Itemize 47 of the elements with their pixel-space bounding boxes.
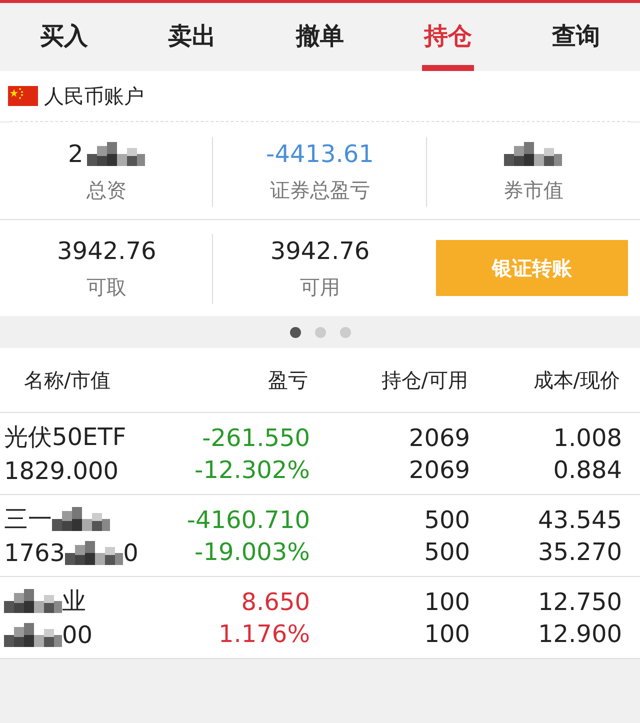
position-quantity: 100 — [424, 588, 470, 616]
available-quantity: 100 — [424, 620, 470, 648]
stock-name: 光伏50ETF — [4, 422, 126, 452]
account-label: 人民币账户 — [44, 82, 144, 110]
stat-value: 3942.76 — [270, 236, 370, 264]
current-price: 12.900 — [538, 620, 622, 648]
market-value: 00 — [62, 620, 93, 648]
column-header: 盈亏 — [267, 366, 308, 394]
tab[interactable]: 卖出 — [166, 3, 218, 71]
profit-loss: -4160.710 — [186, 506, 310, 534]
position-quantity: 2069 — [408, 424, 470, 452]
page-dot[interactable] — [340, 326, 350, 338]
market-value: 0 — [123, 538, 138, 566]
stat-label: 券市值 — [503, 176, 564, 204]
market-value: 1763 — [4, 538, 66, 566]
available-quantity: 500 — [424, 538, 470, 566]
tab[interactable]: 查询 — [550, 3, 602, 71]
profit-loss-percent: -12.302% — [194, 456, 310, 484]
current-price: 35.270 — [538, 538, 622, 566]
stat-value: -4413.61 — [266, 140, 374, 168]
available-quantity: 2069 — [408, 456, 470, 484]
page-dot[interactable] — [290, 326, 300, 338]
stat-value: 2 — [68, 140, 84, 168]
market-value: 1829.000 — [4, 456, 119, 484]
cost-price: 12.750 — [538, 588, 622, 616]
stat-label: 可用 — [300, 274, 340, 300]
stat-label: 可取 — [86, 274, 127, 300]
tab[interactable]: 撤单 — [294, 3, 346, 71]
stat-value: 3942.76 — [57, 236, 156, 264]
profit-loss: 8.650 — [241, 588, 310, 616]
column-header: 持仓/可用 — [380, 366, 468, 394]
profit-loss: -261.550 — [202, 424, 310, 452]
stat-label: 总资 — [86, 176, 127, 204]
column-header: 成本/现价 — [532, 366, 621, 394]
page-dot[interactable] — [314, 326, 326, 338]
tab[interactable]: 买入 — [38, 3, 90, 71]
cost-price: 43.545 — [538, 506, 622, 534]
cost-price: 1.008 — [553, 424, 622, 452]
stat-label: 证券总盈亏 — [270, 176, 370, 204]
stock-name: 业 — [62, 586, 86, 616]
profit-loss-percent: -19.003% — [194, 538, 310, 566]
position-quantity: 500 — [424, 506, 470, 534]
column-header: 名称/市值 — [23, 366, 112, 394]
current-price: 0.884 — [553, 456, 622, 484]
stock-name: 三一 — [4, 504, 52, 534]
flag-icon — [8, 85, 38, 107]
profit-loss-percent: 1.176% — [218, 620, 310, 648]
